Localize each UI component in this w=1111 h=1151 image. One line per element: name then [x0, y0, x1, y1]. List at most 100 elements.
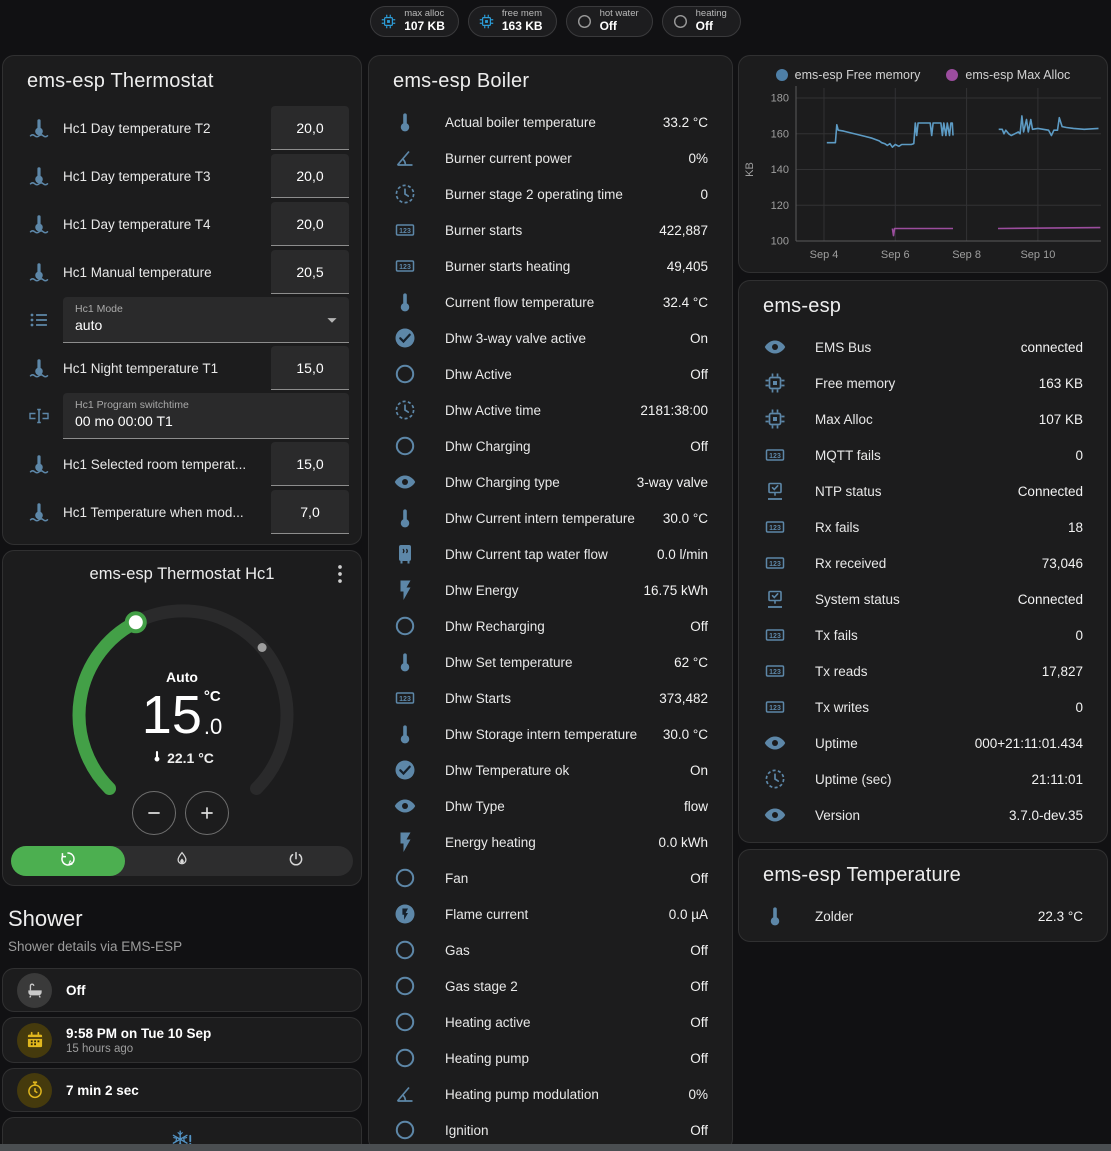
increase-temp-button[interactable] [185, 791, 229, 835]
shower-card-2[interactable]: 7 min 2 sec [2, 1068, 362, 1112]
auto-icon: A [59, 850, 77, 873]
shower-card-1[interactable]: 9:58 PM on Tue 10 Sep 15 hours ago [2, 1017, 362, 1063]
temperature-input[interactable]: 20,0 [271, 106, 349, 150]
entity-row-dhw-starts[interactable]: 123 Dhw Starts 373,482 [369, 680, 732, 716]
entity-row-rx-fails[interactable]: 123 Rx fails 18 [739, 509, 1107, 545]
entity-row-dhw-energy[interactable]: Dhw Energy 16.75 kWh [369, 572, 732, 608]
entity-row-max-alloc[interactable]: Max Alloc 107 KB [739, 401, 1107, 437]
card-ems-esp-thermostat: ems-esp Thermostat Hc1 Day temperature T… [2, 55, 362, 545]
svg-text:123: 123 [399, 264, 411, 271]
entity-label: Hc1 Selected room temperat... [63, 457, 271, 472]
entity-value: Off [690, 1015, 708, 1030]
mode-select[interactable]: Hc1 Mode auto [63, 297, 349, 343]
circle-icon [393, 1046, 417, 1070]
horizontal-scrollbar[interactable] [0, 1144, 1111, 1151]
entity-value: 0.0 kWh [658, 835, 708, 850]
entity-row-ems-bus[interactable]: EMS Bus connected [739, 329, 1107, 365]
entity-row-gas[interactable]: Gas Off [369, 932, 732, 968]
entity-value: On [690, 763, 708, 778]
entity-row-zolder[interactable]: Zolder 22.3 °C [739, 898, 1107, 934]
entity-label: Fan [445, 871, 682, 886]
circle-icon [393, 1010, 417, 1034]
temperature-input[interactable]: 7,0 [271, 490, 349, 534]
entity-row-rx-received[interactable]: 123 Rx received 73,046 [739, 545, 1107, 581]
shower-cards: Off 9:58 PM on Tue 10 Sep 15 hours ago 7… [2, 968, 362, 1151]
hvac-mode-auto-button[interactable]: A [11, 846, 125, 876]
entity-row-burner-starts[interactable]: 123 Burner starts 422,887 [369, 212, 732, 248]
entity-row-dhw-active[interactable]: Dhw Active Off [369, 356, 732, 392]
entity-value: 3.7.0-dev.35 [1009, 808, 1083, 823]
badge-hot-water[interactable]: hot water Off [566, 6, 653, 37]
entity-row-fan[interactable]: Fan Off [369, 860, 732, 896]
entity-row-current-flow-temperature[interactable]: Current flow temperature 32.4 °C [369, 284, 732, 320]
lightning-icon [393, 578, 417, 602]
entity-row-heating-pump-modulation[interactable]: Heating pump modulation 0% [369, 1076, 732, 1112]
entity-row-burner-stage-2-operating-time[interactable]: Burner stage 2 operating time 0 [369, 176, 732, 212]
entity-value: Off [690, 871, 708, 886]
entity-row-dhw-charging-type[interactable]: Dhw Charging type 3-way valve [369, 464, 732, 500]
thermo-water-icon [27, 500, 51, 524]
entity-row-dhw-recharging[interactable]: Dhw Recharging Off [369, 608, 732, 644]
entity-label: System status [815, 592, 1010, 607]
temperature-input[interactable]: 20,0 [271, 202, 349, 246]
decrease-temp-button[interactable] [132, 791, 176, 835]
badge-value: 163 KB [502, 20, 543, 34]
svg-text:180: 180 [771, 93, 789, 105]
entity-row-dhw-set-temperature[interactable]: Dhw Set temperature 62 °C [369, 644, 732, 680]
entity-row-ntp-status[interactable]: NTP status Connected [739, 473, 1107, 509]
entity-row-version[interactable]: Version 3.7.0-dev.35 [739, 797, 1107, 833]
entity-row-free-memory[interactable]: Free memory 163 KB [739, 365, 1107, 401]
entity-row-flame-current[interactable]: Flame current 0.0 µA [369, 896, 732, 932]
temperature-input[interactable]: 15,0 [271, 442, 349, 486]
entity-row-actual-boiler-temperature[interactable]: Actual boiler temperature 33.2 °C [369, 104, 732, 140]
entity-value: 16.75 kWh [643, 583, 708, 598]
temperature-input[interactable]: 20,5 [271, 250, 349, 294]
entity-row-ignition[interactable]: Ignition Off [369, 1112, 732, 1148]
entity-row-dhw-type[interactable]: Dhw Type flow [369, 788, 732, 824]
entity-row-hc1-manual-temperature: Hc1 Manual temperature 20,5 [3, 248, 361, 296]
kebab-menu-icon[interactable] [327, 561, 353, 587]
entity-row-dhw-active-time[interactable]: Dhw Active time 2181:38:00 [369, 392, 732, 428]
entity-label: Dhw Starts [445, 691, 651, 706]
entity-row-tx-fails[interactable]: 123 Tx fails 0 [739, 617, 1107, 653]
entity-row-heating-pump[interactable]: Heating pump Off [369, 1040, 732, 1076]
entity-row-system-status[interactable]: System status Connected [739, 581, 1107, 617]
hvac-mode-heat-button[interactable] [125, 846, 239, 876]
svg-text:123: 123 [769, 561, 781, 568]
text-input[interactable]: Hc1 Program switchtime 00 mo 00:00 T1 [63, 393, 349, 439]
entity-row-dhw-3-way-valve-active[interactable]: Dhw 3-way valve active On [369, 320, 732, 356]
shower-card-text: 9:58 PM on Tue 10 Sep 15 hours ago [66, 1026, 211, 1055]
chip-icon [763, 371, 787, 395]
temperature-input[interactable]: 15,0 [271, 346, 349, 390]
entity-row-dhw-charging[interactable]: Dhw Charging Off [369, 428, 732, 464]
clock-icon [393, 182, 417, 206]
entity-label: Dhw Active [445, 367, 682, 382]
circle-icon [393, 866, 417, 890]
entity-row-uptime[interactable]: Uptime 000+21:11:01.434 [739, 725, 1107, 761]
badge-heating[interactable]: heating Off [662, 6, 741, 37]
svg-text:160: 160 [771, 128, 789, 140]
circle-icon [393, 614, 417, 638]
entity-row-dhw-storage-intern-temperature[interactable]: Dhw Storage intern temperature 30.0 °C [369, 716, 732, 752]
entity-row-dhw-current-intern-temperature[interactable]: Dhw Current intern temperature 30.0 °C [369, 500, 732, 536]
entity-row-gas-stage-2[interactable]: Gas stage 2 Off [369, 968, 732, 1004]
entity-row-energy-heating[interactable]: Energy heating 0.0 kWh [369, 824, 732, 860]
entity-row-uptime-sec-[interactable]: Uptime (sec) 21:11:01 [739, 761, 1107, 797]
chip-icon [478, 13, 495, 30]
entity-value: 0% [688, 151, 708, 166]
temperature-input[interactable]: 20,0 [271, 154, 349, 198]
entity-row-heating-active[interactable]: Heating active Off [369, 1004, 732, 1040]
entity-row-dhw-current-tap-water-flow[interactable]: Dhw Current tap water flow 0.0 l/min [369, 536, 732, 572]
entity-row-burner-current-power[interactable]: Burner current power 0% [369, 140, 732, 176]
shower-card-0[interactable]: Off [2, 968, 362, 1012]
entity-row-tx-writes[interactable]: 123 Tx writes 0 [739, 689, 1107, 725]
entity-row-mqtt-fails[interactable]: 123 MQTT fails 0 [739, 437, 1107, 473]
entity-row-burner-starts-heating[interactable]: 123 Burner starts heating 49,405 [369, 248, 732, 284]
entity-row-tx-reads[interactable]: 123 Tx reads 17,827 [739, 653, 1107, 689]
hvac-mode-off-button[interactable] [239, 846, 353, 876]
badge-free-mem[interactable]: free mem 163 KB [468, 6, 557, 37]
entity-row-dhw-temperature-ok[interactable]: Dhw Temperature ok On [369, 752, 732, 788]
svg-text:140: 140 [771, 164, 789, 176]
badge-max-alloc[interactable]: max alloc 107 KB [370, 6, 459, 37]
flash-circle-icon [393, 902, 417, 926]
